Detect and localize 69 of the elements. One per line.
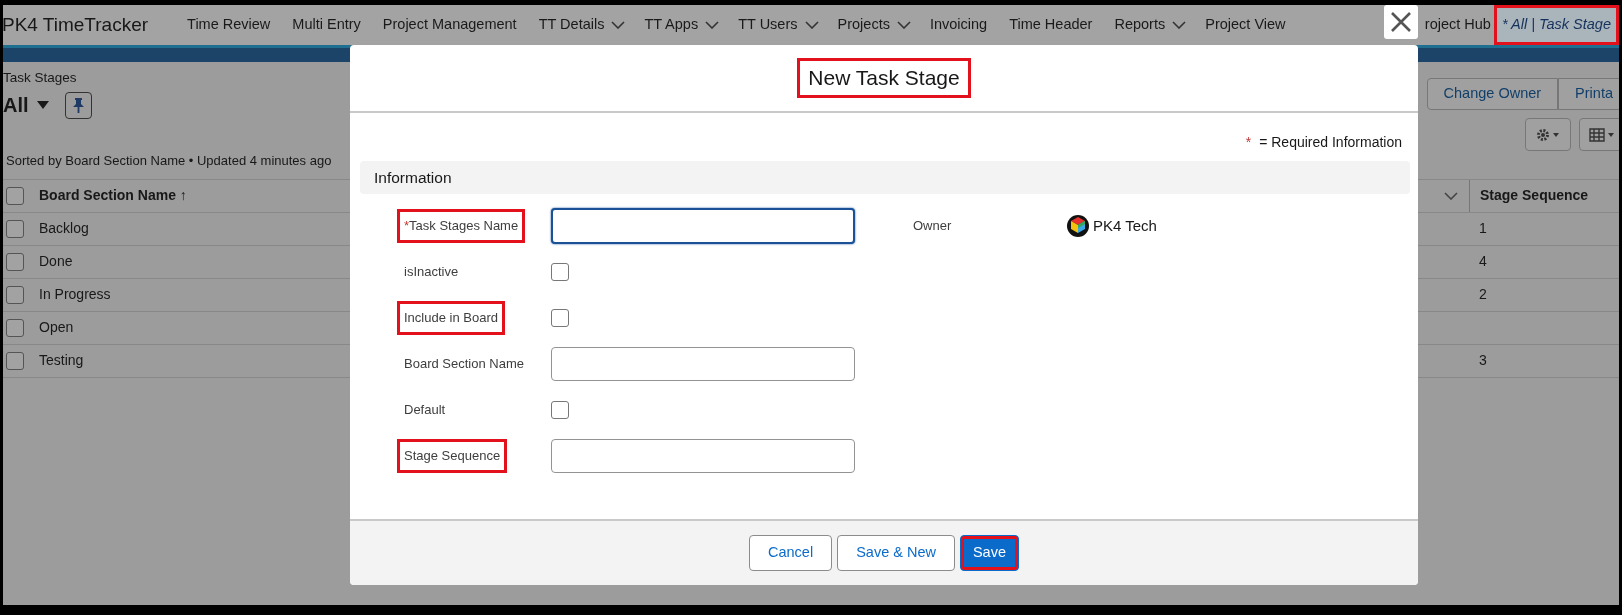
table-cell: In Progress xyxy=(39,286,111,303)
table-cell: Open xyxy=(39,319,74,336)
nav-tab[interactable]: Project View xyxy=(1194,5,1297,45)
table-cell: Done xyxy=(39,253,73,270)
text-field[interactable] xyxy=(551,347,855,381)
field-label: Stage Sequence xyxy=(397,438,508,474)
settings-icon[interactable] xyxy=(1525,118,1571,151)
action-button[interactable]: Printa xyxy=(1558,78,1619,110)
object-label: Task Stages xyxy=(3,70,78,87)
nav-tab[interactable]: Invoicing xyxy=(918,5,999,45)
nav-tab[interactable]: TT Apps xyxy=(633,5,710,45)
nav-tab[interactable]: roject Hub xyxy=(1418,5,1494,45)
row-checkbox[interactable] xyxy=(6,318,24,337)
avatar-icon xyxy=(1067,215,1089,237)
row-checkbox[interactable] xyxy=(6,285,24,304)
chevron-icon[interactable] xyxy=(804,21,819,29)
select-all-checkbox[interactable] xyxy=(6,186,24,205)
text-field[interactable] xyxy=(551,439,855,473)
action-button[interactable]: Change Owner xyxy=(1426,78,1559,110)
required-asterisk: * xyxy=(1245,132,1252,152)
list-status-text: Sorted by Board Section Name • Updated 4 minutes ago xyxy=(6,152,332,171)
chevron-icon[interactable] xyxy=(705,21,720,29)
nav-tab[interactable]: Project Management xyxy=(371,5,528,45)
field-label: isInactive xyxy=(403,262,460,281)
row-checkbox[interactable] xyxy=(6,252,24,271)
footer-button[interactable]: Cancel xyxy=(749,535,833,571)
nav-tab[interactable]: Multi Entry xyxy=(281,5,372,45)
app-title: PK4 TimeTracker xyxy=(3,12,150,37)
required-note: = Required Information xyxy=(1259,132,1402,152)
section-header: Information xyxy=(360,161,1410,194)
table-cell-text: 3 xyxy=(1479,351,1487,371)
nav-tab[interactable]: Projects xyxy=(826,5,901,45)
nav-tab[interactable]: Time Header xyxy=(998,5,1104,45)
table-cell: Testing xyxy=(39,352,84,369)
table-cell: Backlog xyxy=(39,220,89,237)
column-menu-icon[interactable] xyxy=(1444,191,1458,200)
column-header[interactable]: Board Section Name ↑ xyxy=(39,187,187,204)
checkbox[interactable] xyxy=(551,309,569,327)
table-cell-text: 4 xyxy=(1479,252,1487,272)
row-checkbox[interactable] xyxy=(6,351,24,370)
checkbox[interactable] xyxy=(551,263,569,281)
table-view-icon[interactable] xyxy=(1579,118,1619,151)
nav-tab[interactable]: TT Details xyxy=(527,5,616,45)
nav-tab[interactable]: Reports xyxy=(1103,5,1177,45)
table-cell-text: 1 xyxy=(1479,219,1487,239)
chevron-icon[interactable] xyxy=(896,21,911,29)
chevron-icon[interactable] xyxy=(611,21,626,29)
owner-link[interactable]: PK4 Tech xyxy=(1093,214,1157,238)
close-icon[interactable] xyxy=(1384,5,1418,39)
field-label: Owner xyxy=(913,217,953,236)
footer-button[interactable]: Save & New xyxy=(837,535,955,571)
text-field[interactable] xyxy=(551,208,855,244)
column-header[interactable]: Stage Sequence xyxy=(1480,185,1589,207)
field-label: Default xyxy=(403,400,447,419)
modal-title: New Task Stage xyxy=(797,58,971,98)
field-label: *Task Stages Name xyxy=(397,208,526,244)
field-label: Include in Board xyxy=(397,300,505,336)
nav-tab[interactable]: * All | Task Stage xyxy=(1493,5,1619,45)
nav-tab[interactable]: Time Review xyxy=(176,5,282,45)
checkbox[interactable] xyxy=(551,401,569,419)
table-cell-text: 2 xyxy=(1479,285,1487,305)
nav-tab[interactable]: TT Users xyxy=(727,5,809,45)
row-checkbox[interactable] xyxy=(6,219,24,238)
caret-icon xyxy=(36,101,49,110)
save-button[interactable]: Save xyxy=(959,535,1019,571)
pin-icon[interactable] xyxy=(64,91,92,119)
chevron-icon[interactable] xyxy=(1172,21,1187,29)
field-label: Board Section Name xyxy=(403,354,525,373)
list-view-selector[interactable]: All xyxy=(3,90,49,121)
